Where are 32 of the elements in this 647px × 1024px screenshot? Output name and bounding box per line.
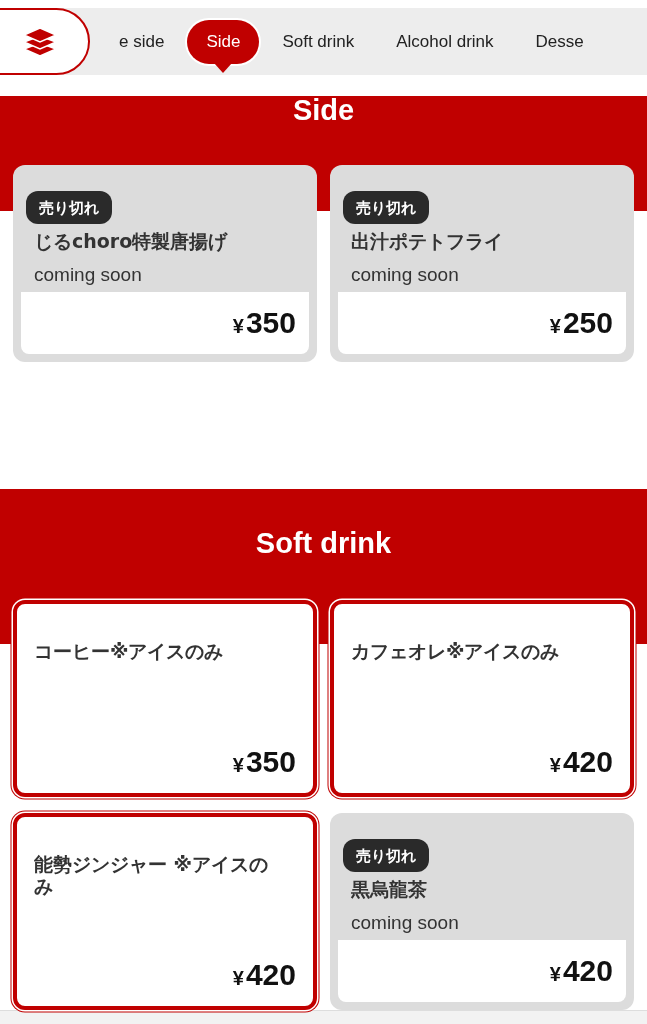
item-name: カフェオレ※アイスのみ bbox=[351, 639, 561, 662]
sold-out-badge: 売り切れ bbox=[343, 191, 429, 224]
menu-item-card[interactable]: コーヒー※アイスのみ ¥350 bbox=[13, 600, 317, 797]
item-price: ¥250 bbox=[549, 306, 613, 340]
section-title: Side bbox=[292, 96, 355, 124]
item-name: 出汁ポテトフライ bbox=[350, 229, 504, 252]
item-name: 能勢ジンジャー ※アイスのみ bbox=[34, 852, 270, 897]
item-price: ¥420 bbox=[232, 958, 296, 992]
item-price: ¥350 bbox=[232, 306, 296, 340]
item-name: じるchoro特製唐揚げ bbox=[33, 229, 229, 252]
item-price: ¥420 bbox=[549, 954, 613, 988]
menu-item-card[interactable]: 売り切れ 出汁ポテトフライ coming soon ¥250 bbox=[330, 165, 634, 362]
section-title: Soft drink bbox=[255, 529, 392, 557]
category-tab[interactable]: Alcohol drink bbox=[377, 19, 513, 64]
item-note: coming soon bbox=[350, 911, 460, 935]
item-name: 黒烏龍茶 bbox=[350, 877, 428, 900]
category-tab[interactable]: Soft drink bbox=[263, 19, 374, 64]
item-price: ¥350 bbox=[232, 745, 296, 779]
menu-item-card[interactable]: 売り切れ じるchoro特製唐揚げ coming soon ¥350 bbox=[13, 165, 317, 362]
menu-item-card[interactable]: 能勢ジンジャー ※アイスのみ ¥420 bbox=[13, 813, 317, 1010]
item-price: ¥420 bbox=[549, 745, 613, 779]
item-name: コーヒー※アイスのみ bbox=[34, 639, 225, 662]
category-tab[interactable]: e side bbox=[100, 19, 184, 64]
item-note: coming soon bbox=[350, 263, 460, 287]
category-tab[interactable]: Desse bbox=[516, 19, 603, 64]
sold-out-badge: 売り切れ bbox=[343, 839, 429, 872]
menu-button[interactable] bbox=[0, 8, 90, 75]
item-note: coming soon bbox=[33, 263, 143, 287]
sold-out-badge: 売り切れ bbox=[26, 191, 112, 224]
tab-pointer-icon bbox=[214, 62, 233, 73]
menu-item-card[interactable]: カフェオレ※アイスのみ ¥420 bbox=[330, 600, 634, 797]
menu-item-card[interactable]: 売り切れ 黒烏龍茶 coming soon ¥420 bbox=[330, 813, 634, 1010]
